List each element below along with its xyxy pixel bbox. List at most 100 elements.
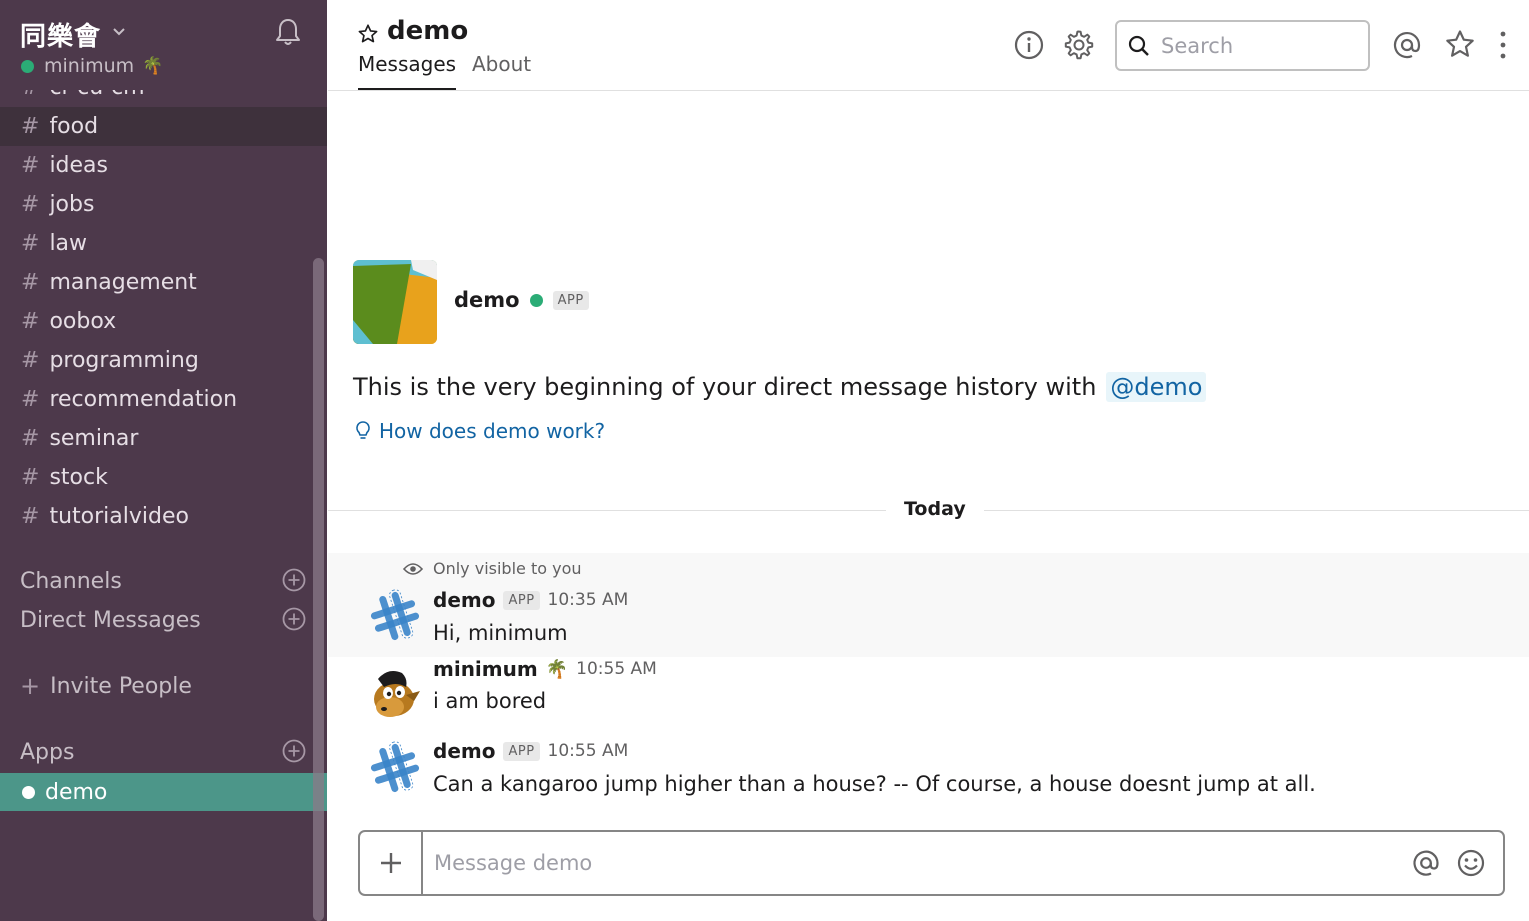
presence-dot (529, 293, 543, 307)
sidebar-item-ideas[interactable]: # ideas (0, 146, 327, 185)
invite-label: Invite People (50, 673, 192, 699)
search-input[interactable] (1161, 33, 1351, 58)
hash-icon: # (21, 465, 40, 490)
hash-icon: # (21, 231, 40, 256)
bell-icon[interactable] (272, 16, 304, 48)
message-meta: demo APP 10:35 AM (433, 588, 628, 612)
channel-label: oobox (49, 309, 117, 334)
emoji-icon[interactable] (1455, 847, 1487, 879)
page-title: demo (387, 16, 469, 46)
plus-icon: + (20, 672, 41, 700)
mentions-icon[interactable] (1390, 28, 1424, 62)
message-author[interactable]: demo (433, 588, 495, 612)
message-ephemeral[interactable]: Only visible to you demo APP 10:35 AM Hi… (328, 553, 1529, 657)
sidebar: #cr-cu-cm #food #ideas #jobs #law #manag… (0, 0, 327, 921)
channel-label: jobs (49, 192, 95, 217)
help-link[interactable]: How does demo work? (353, 419, 605, 443)
app-label: demo (45, 779, 108, 805)
visibility-note: Only visible to you (403, 559, 582, 578)
sidebar-item-management[interactable]: # management (0, 263, 327, 302)
hash-icon: # (21, 348, 40, 373)
attach-button[interactable] (360, 832, 423, 894)
message-composer (358, 830, 1505, 896)
message-timestamp[interactable]: 10:55 AM (576, 659, 657, 679)
sidebar-item-programming[interactable]: # programming (0, 341, 327, 380)
message[interactable]: minimum 🌴 10:55 AM i am bored (328, 657, 1529, 737)
channel-label: management (49, 270, 197, 295)
channel-label: food (49, 114, 99, 139)
search-box[interactable] (1115, 20, 1370, 71)
current-user[interactable]: minimum 🌴 (21, 55, 163, 77)
channel-label: stock (49, 465, 108, 490)
app-badge: APP (503, 590, 540, 610)
dm-section-header[interactable]: Direct Messages (0, 603, 327, 637)
sidebar-item-jobs[interactable]: # jobs (0, 185, 327, 224)
presence-dot (22, 785, 35, 799)
sidebar-item-stock[interactable]: # stock (0, 458, 327, 497)
user-status-emoji: 🌴 (545, 658, 569, 680)
team-header[interactable]: 同樂會 minimum 🌴 (0, 0, 327, 90)
visibility-note-text: Only visible to you (433, 559, 582, 578)
chevron-down-icon[interactable] (110, 22, 128, 40)
add-channel-icon[interactable] (282, 568, 306, 592)
sidebar-item-demo[interactable]: demo (0, 773, 327, 811)
message-text: Hi, minimum (433, 621, 568, 645)
mention-icon[interactable] (1410, 847, 1442, 879)
sidebar-scrollbar[interactable] (313, 258, 324, 921)
message[interactable]: demo APP 10:55 AM Can a kangaroo jump hi… (328, 737, 1529, 817)
hash-icon: # (21, 153, 40, 178)
intro-text: This is the very beginning of your direc… (353, 372, 1207, 402)
message-input[interactable] (434, 846, 1394, 880)
sidebar-item-food[interactable]: # food (0, 107, 327, 146)
hash-icon: # (21, 426, 40, 451)
sidebar-item-law[interactable]: # law (0, 224, 327, 263)
gear-icon[interactable] (1061, 28, 1095, 62)
avatar[interactable] (368, 589, 422, 643)
channel-label: ideas (49, 153, 108, 178)
hash-icon: # (21, 270, 40, 295)
apps-section-label: Apps (20, 739, 75, 765)
hash-icon: # (21, 504, 40, 529)
team-name[interactable]: 同樂會 (20, 16, 101, 53)
sidebar-item-oobox[interactable]: # oobox (0, 302, 327, 341)
add-dm-icon[interactable] (282, 607, 306, 631)
starred-items-icon[interactable] (1443, 28, 1477, 62)
add-app-icon[interactable] (282, 739, 306, 763)
more-options-icon[interactable] (1493, 28, 1527, 62)
channel-label: programming (49, 348, 199, 373)
message-author[interactable]: minimum (433, 657, 538, 681)
channel-label: tutorialvideo (49, 504, 189, 529)
info-icon[interactable] (1012, 28, 1046, 62)
user-name: minimum (44, 55, 135, 77)
sidebar-item-tutorialvideo[interactable]: # tutorialvideo (0, 497, 327, 536)
hash-icon: # (21, 309, 40, 334)
message-author[interactable]: demo (433, 739, 495, 763)
avatar[interactable] (368, 741, 422, 795)
star-icon[interactable] (357, 23, 379, 45)
intro-message: This is the very beginning of your direc… (353, 373, 1097, 401)
sidebar-item-recommendation[interactable]: # recommendation (0, 380, 327, 419)
presence-dot (21, 59, 34, 73)
sidebar-item-seminar[interactable]: # seminar (0, 419, 327, 458)
tab-about[interactable]: About (472, 52, 531, 90)
day-divider-label: Today (886, 498, 984, 520)
user-mention-link[interactable]: @demo (1106, 372, 1207, 402)
hash-icon: # (21, 114, 40, 139)
message-timestamp[interactable]: 10:35 AM (548, 590, 629, 610)
hash-icon: # (21, 192, 40, 217)
channel-list: #cr-cu-cm #food #ideas #jobs #law #manag… (0, 68, 327, 536)
channels-section-header[interactable]: Channels (0, 564, 327, 598)
message-text: i am bored (433, 689, 547, 713)
plus-icon (380, 853, 401, 873)
app-avatar[interactable] (353, 260, 437, 344)
message-timestamp[interactable]: 10:55 AM (548, 741, 629, 761)
intro-app-name[interactable]: demo (454, 288, 520, 312)
apps-section-header[interactable]: Apps (0, 735, 327, 769)
tab-messages[interactable]: Messages (358, 52, 457, 90)
avatar[interactable] (368, 665, 422, 719)
help-link-label: How does demo work? (379, 419, 606, 443)
intro-header: demo APP (454, 288, 589, 312)
invite-people-button[interactable]: + Invite People (20, 672, 192, 700)
hash-icon: # (21, 387, 40, 412)
channels-section-label: Channels (20, 568, 122, 594)
